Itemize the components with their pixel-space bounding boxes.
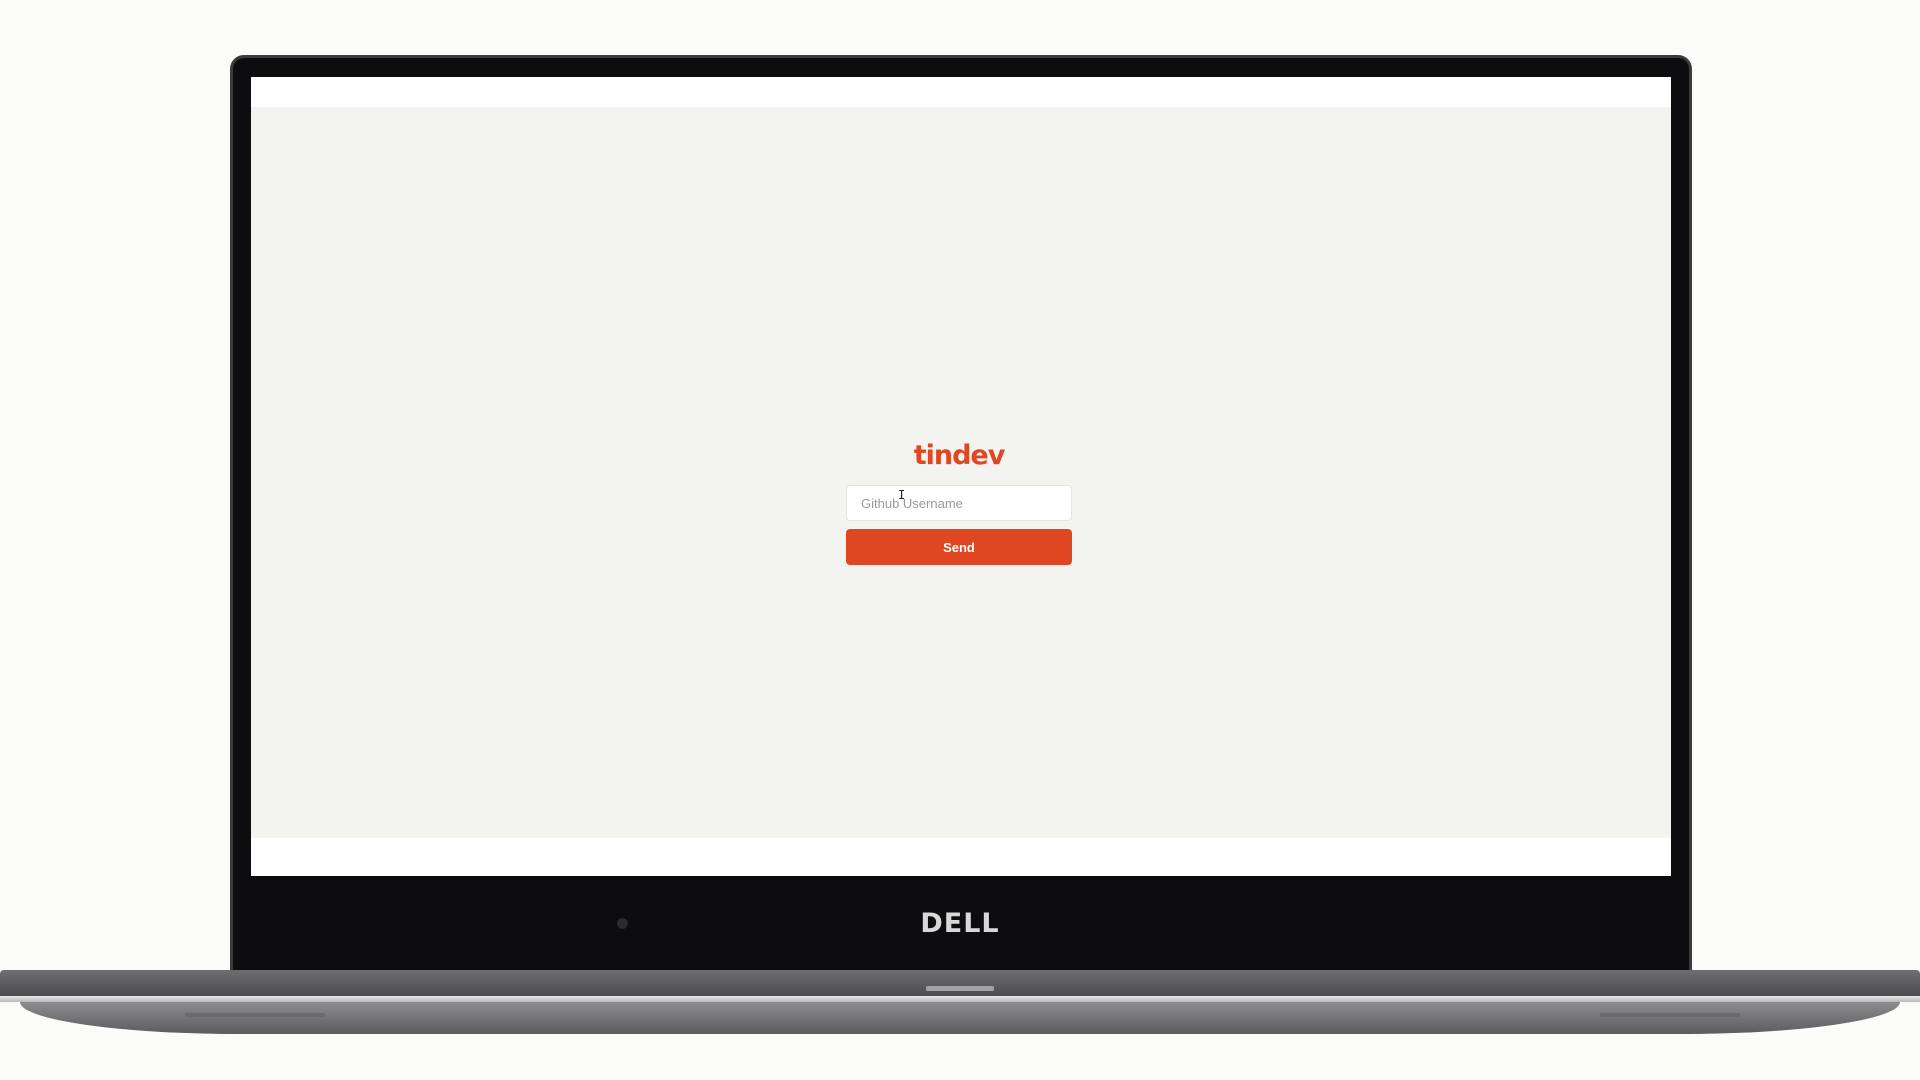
login-form: tindev Send [846, 439, 1072, 565]
app-viewport: tindev Send I [251, 107, 1671, 838]
dell-logo: DELL [920, 908, 1000, 939]
webcam-icon [617, 918, 628, 929]
hinge-notch [926, 986, 994, 991]
base-bottom [20, 1002, 1900, 1034]
tindev-logo: tindev [913, 440, 1006, 471]
text-cursor-icon: I [898, 488, 906, 502]
laptop-base [0, 970, 1920, 998]
laptop-foot-right [1600, 1013, 1740, 1017]
laptop-mockup: tindev Send I DELL [0, 0, 1920, 1080]
laptop-foot-left [185, 1013, 325, 1017]
laptop-screen: tindev Send I [251, 77, 1671, 876]
screen-bottom-strip [251, 838, 1671, 876]
screen-top-strip [251, 77, 1671, 107]
github-username-input[interactable] [846, 485, 1072, 521]
send-button[interactable]: Send [846, 529, 1072, 565]
